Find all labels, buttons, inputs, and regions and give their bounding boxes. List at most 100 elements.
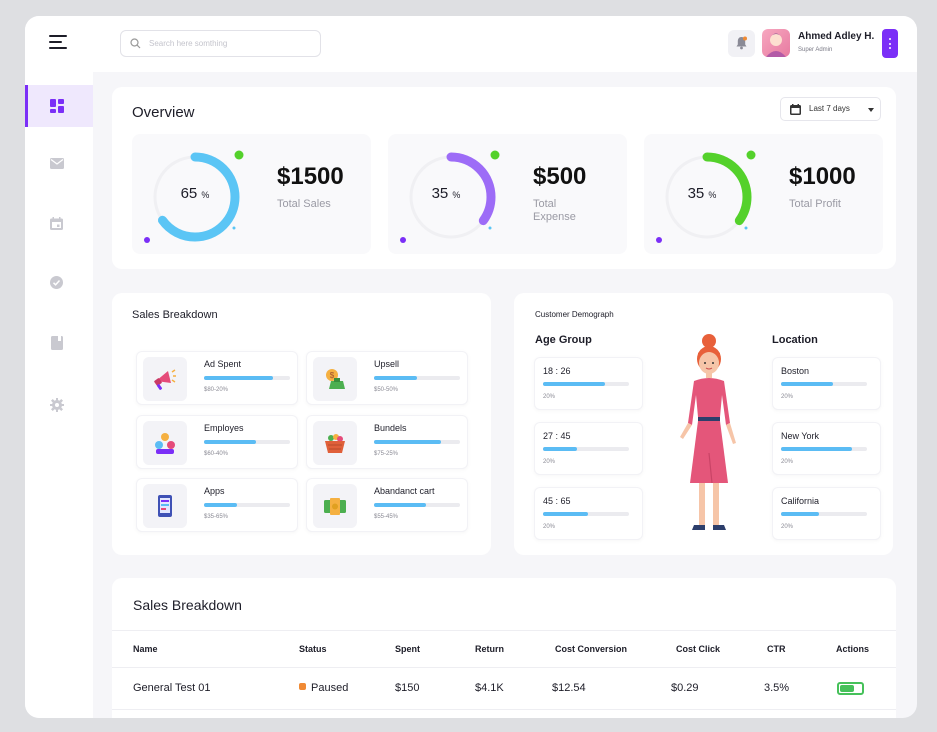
breakdown-range: $60-40% bbox=[204, 451, 229, 457]
mail-icon bbox=[50, 158, 64, 169]
sales-breakdown-title: Sales Breakdown bbox=[132, 309, 218, 321]
column-header[interactable]: Spent bbox=[395, 644, 420, 654]
age-group-item: 18 : 26 20% bbox=[534, 357, 643, 410]
sidebar-item-tasks[interactable] bbox=[25, 262, 93, 304]
status-dot-icon bbox=[299, 683, 306, 690]
sales-table-card: Sales Breakdown Name Status Spent Return… bbox=[112, 578, 896, 718]
decor-dot bbox=[746, 150, 756, 160]
decor-dot bbox=[400, 237, 406, 243]
breakdown-item-bundels[interactable]: Bundels $75-25% bbox=[306, 415, 468, 469]
cell-cost-conversion: $12.54 bbox=[552, 682, 586, 694]
cell-return: $4.1K bbox=[475, 682, 504, 694]
age-progress bbox=[543, 382, 605, 386]
stat-percent: 35 % bbox=[431, 185, 461, 202]
stat-value: $500 bbox=[533, 163, 587, 190]
more-options-button[interactable] bbox=[882, 29, 898, 58]
location-progress bbox=[781, 447, 852, 451]
breakdown-progress bbox=[374, 503, 426, 507]
column-header: Actions bbox=[836, 644, 870, 654]
breakdown-name: Bundels bbox=[374, 423, 407, 433]
money-bag-icon: $ bbox=[326, 369, 345, 389]
column-header[interactable]: Cost Click bbox=[676, 644, 720, 654]
demograph-title: Customer Demograph bbox=[535, 310, 614, 319]
column-header[interactable]: Name bbox=[133, 644, 158, 654]
breakdown-progress bbox=[374, 376, 417, 380]
table-header: Name Status Spent Return Cost Conversion… bbox=[112, 630, 896, 668]
search-box[interactable] bbox=[120, 30, 321, 57]
location-heading: Location bbox=[772, 334, 818, 346]
breakdown-range: $50-50% bbox=[374, 387, 399, 393]
sidebar-item-settings[interactable] bbox=[25, 384, 93, 426]
stat-percent: 65 % bbox=[180, 185, 210, 202]
calendar-icon bbox=[790, 104, 801, 115]
search-input[interactable] bbox=[149, 31, 314, 56]
megaphone-icon bbox=[154, 369, 176, 390]
sidebar-item-calendar[interactable] bbox=[25, 203, 93, 245]
location-item: California 20% bbox=[772, 487, 881, 540]
cell-cost-click: $0.29 bbox=[671, 682, 699, 694]
breakdown-item-abandoned-cart[interactable]: Abandanct cart $55-45% bbox=[306, 478, 468, 532]
stat-value: $1500 bbox=[277, 163, 344, 190]
calendar-icon bbox=[50, 217, 63, 230]
woman-illustration bbox=[680, 334, 736, 530]
active-toggle[interactable] bbox=[837, 682, 864, 695]
search-icon bbox=[130, 38, 141, 49]
breakdown-range: $35-65% bbox=[204, 514, 229, 520]
sales-breakdown-card: Sales Breakdown Ad Spent $80-20% $ Upsel… bbox=[112, 293, 491, 555]
bell-icon bbox=[736, 36, 747, 50]
cell-status: Paused bbox=[299, 682, 348, 694]
column-header[interactable]: Cost Conversion bbox=[555, 644, 627, 654]
table-row[interactable]: General Test 01 Paused $150 $4.1K $12.54… bbox=[112, 668, 896, 710]
chevron-down-icon bbox=[868, 108, 874, 112]
breakdown-item-upsell[interactable]: $ Upsell $50-50% bbox=[306, 351, 468, 405]
breakdown-progress bbox=[204, 440, 256, 444]
decor-dot bbox=[144, 237, 150, 243]
age-group-heading: Age Group bbox=[535, 334, 592, 346]
stat-card-profit: 35 % $1000 Total Profit bbox=[644, 134, 883, 254]
location-item: New York 20% bbox=[772, 422, 881, 475]
age-progress bbox=[543, 447, 578, 451]
stat-percent: 35 % bbox=[687, 185, 717, 202]
table-title: Sales Breakdown bbox=[133, 597, 242, 613]
document-icon bbox=[51, 336, 63, 350]
hamburger-menu-icon[interactable] bbox=[49, 35, 69, 51]
age-group-item: 45 : 65 20% bbox=[534, 487, 643, 540]
team-icon bbox=[155, 433, 175, 454]
sidebar-item-mail[interactable] bbox=[25, 144, 93, 186]
breakdown-progress bbox=[204, 503, 237, 507]
breakdown-range: $55-45% bbox=[374, 514, 399, 520]
avatar[interactable] bbox=[762, 29, 790, 57]
column-header[interactable]: CTR bbox=[767, 644, 786, 654]
location-item: Boston 20% bbox=[772, 357, 881, 410]
age-group-item: 27 : 45 20% bbox=[534, 422, 643, 475]
column-header[interactable]: Status bbox=[299, 644, 327, 654]
basket-icon bbox=[325, 434, 345, 453]
breakdown-range: $80-20% bbox=[204, 387, 229, 393]
breakdown-item-employes[interactable]: Employes $60-40% bbox=[136, 415, 298, 469]
gear-icon bbox=[50, 398, 64, 412]
notification-button[interactable] bbox=[728, 30, 755, 57]
breakdown-name: Upsell bbox=[374, 359, 400, 369]
period-select[interactable]: Last 7 days bbox=[780, 97, 881, 121]
breakdown-item-ad-spent[interactable]: Ad Spent $80-20% bbox=[136, 351, 298, 405]
sidebar bbox=[25, 72, 93, 718]
period-label: Last 7 days bbox=[809, 104, 850, 113]
app-window: Ahmed Adley H. Super Admin Overview bbox=[25, 16, 917, 718]
cash-icon bbox=[324, 498, 346, 515]
stat-label: Total Expense bbox=[533, 198, 576, 223]
cell-ctr: 3.5% bbox=[764, 682, 790, 694]
stat-value: $1000 bbox=[789, 163, 856, 190]
column-header[interactable]: Return bbox=[475, 644, 504, 654]
decor-dot bbox=[234, 150, 244, 160]
breakdown-item-apps[interactable]: Apps $35-65% bbox=[136, 478, 298, 532]
dashboard-icon bbox=[50, 99, 64, 113]
sidebar-item-documents[interactable] bbox=[25, 322, 93, 364]
location-progress bbox=[781, 382, 833, 386]
cell-spent: $150 bbox=[395, 682, 420, 694]
breakdown-name: Abandanct cart bbox=[374, 486, 435, 496]
breakdown-progress bbox=[204, 376, 273, 380]
decor-dot bbox=[656, 237, 662, 243]
customer-demograph-card: Customer Demograph Age Group Location 18… bbox=[514, 293, 893, 555]
location-progress bbox=[781, 512, 819, 516]
sidebar-item-dashboard[interactable] bbox=[25, 85, 93, 127]
